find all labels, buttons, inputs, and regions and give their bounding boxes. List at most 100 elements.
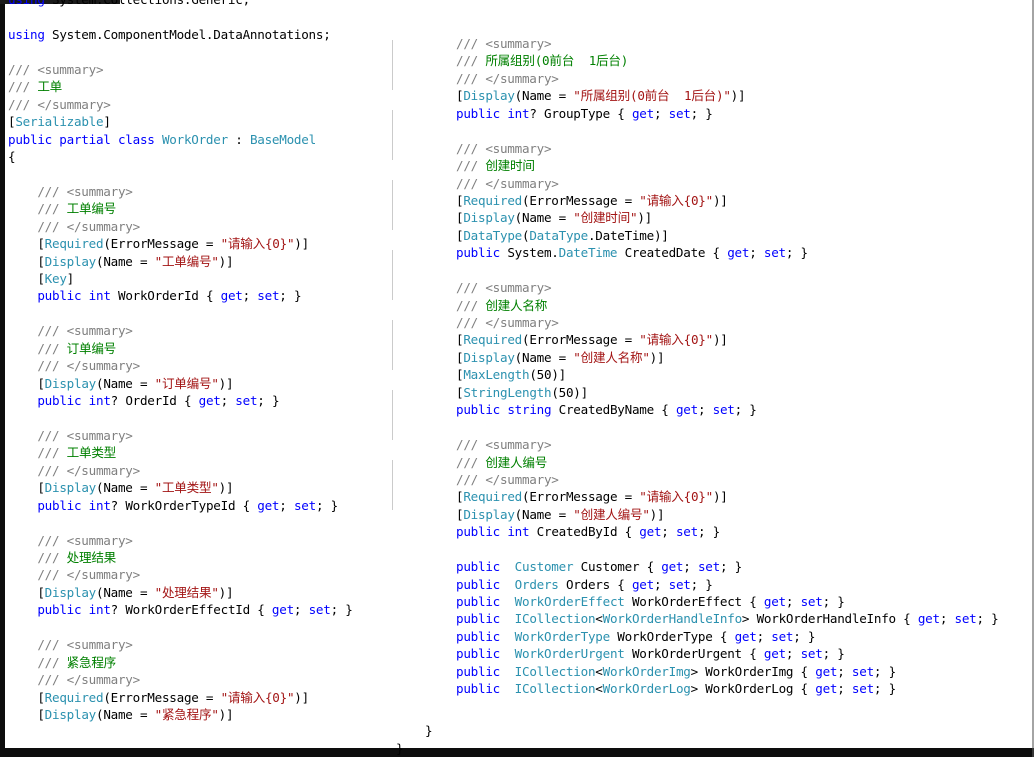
code-token: int (88, 602, 111, 618)
code-line: public System.DateTime CreatedDate { get… (456, 244, 1034, 261)
code-token: set (293, 497, 316, 513)
code-token: (Name = (95, 480, 155, 496)
code-token: )] (649, 349, 665, 365)
code-token: 创建人编号 (485, 454, 548, 470)
code-token: ? GroupType { (529, 105, 632, 121)
code-token: get (198, 393, 221, 409)
code-token: ; (220, 393, 236, 409)
code-token: [ (37, 689, 45, 705)
code-token: [ (37, 584, 45, 600)
code-token: get (815, 681, 838, 697)
code-token: Display (44, 706, 97, 722)
code-token: "请输入{0}" (220, 236, 295, 252)
code-token: CreatedByName { (551, 402, 676, 418)
code-line: public int? WorkOrderEffectId { get; set… (8, 601, 448, 618)
code-token: /// </summary> (37, 672, 140, 688)
code-token: (Name = (514, 349, 574, 365)
code-token: "所属组别(0前台 1后台)" (573, 88, 731, 104)
code-token: public (456, 245, 500, 261)
code-token: set (954, 611, 977, 627)
code-line: /// </summary> (8, 462, 448, 479)
code-token: : (227, 131, 250, 147)
code-token: public (456, 402, 500, 418)
code-token: get (734, 628, 757, 644)
code-line: public partial class WorkOrder : BaseMod… (8, 131, 448, 148)
code-token: (ErrorMessage = (103, 236, 221, 252)
code-line: public WorkOrderUrgent WorkOrderUrgent {… (456, 645, 1034, 662)
code-line: public ICollection<WorkOrderHandleInfo> … (456, 610, 1034, 627)
code-line: public int? GroupType { get; set; } (456, 105, 1034, 122)
code-token: "订单编号" (154, 375, 219, 391)
code-token: get (815, 663, 838, 679)
code-token: ICollection (514, 611, 596, 627)
code-token: .DateTime)] (587, 227, 669, 243)
code-token: Display (463, 88, 515, 104)
code-line: [Required(ErrorMessage = "请输入{0}")] (456, 488, 1034, 505)
code-token: WorkOrderEffect { (624, 594, 764, 609)
code-line: public Orders Orders { get; set; } (456, 576, 1034, 593)
code-token: set (771, 628, 794, 644)
code-line: /// <summary> (456, 35, 1034, 52)
code-token: ; } (690, 105, 713, 121)
code-token: < (595, 663, 603, 679)
code-token: "工单编号" (154, 253, 219, 269)
code-token: public (456, 105, 500, 121)
code-token: public (456, 663, 500, 679)
code-token: Display (463, 210, 515, 226)
code-token: ; (242, 288, 258, 304)
code-line: /// <summary> (456, 140, 1034, 157)
code-token: ] (103, 114, 111, 130)
code-token: Orders { (558, 576, 632, 592)
code-token: set (851, 681, 874, 697)
code-token: )] (294, 689, 309, 705)
code-token: ; } (873, 663, 896, 679)
code-token: DateTime (558, 245, 618, 261)
code-token: /// </summary> (37, 218, 140, 234)
code-token: 创建时间 (485, 158, 535, 174)
code-token: Key (44, 271, 67, 286)
code-token: WorkOrderLog (602, 681, 691, 697)
code-token: /// (37, 445, 67, 461)
code-token: int (507, 524, 530, 540)
code-line: [MaxLength(50)] (456, 366, 1034, 383)
code-token: set (697, 559, 720, 575)
code-token: (50)] (551, 384, 588, 400)
code-token: WorkOrderUrgent (514, 646, 625, 662)
code-token: System. (499, 245, 559, 261)
code-line: /// </summary> (456, 314, 1034, 331)
code-token: get (631, 105, 654, 121)
code-token: /// <summary> (456, 36, 552, 51)
code-token: get (271, 602, 294, 618)
code-token: )] (730, 88, 746, 104)
code-line: [Display(Name = "工单编号")] (8, 253, 448, 270)
code-line: /// <summary> (8, 636, 448, 653)
code-token: (50)] (529, 367, 566, 383)
code-line: /// 紧急程序 (8, 654, 448, 671)
code-token: { (8, 148, 16, 164)
code-token: ; (939, 611, 955, 627)
code-token: /// </summary> (456, 471, 559, 487)
code-token: 工单 (37, 79, 63, 95)
code-token: 创建人名称 (485, 297, 548, 313)
code-line: [Display(Name = "创建人名称")] (456, 349, 1034, 366)
code-token: WorkOrderUrgent { (624, 646, 764, 662)
code-line: [Display(Name = "所属组别(0前台 1后台)")] (456, 87, 1034, 104)
code-token: ; } (734, 402, 757, 418)
code-token: ; (683, 559, 698, 575)
code-token: /// (8, 79, 38, 95)
code-token: set (668, 576, 691, 592)
code-token: ; } (976, 611, 999, 627)
code-line: /// 处理结果 (8, 549, 448, 566)
code-token: "创建人编号" (573, 506, 650, 522)
code-token: [ (37, 236, 45, 252)
code-token: /// (37, 654, 67, 670)
code-token: ? WorkOrderTypeId { (110, 497, 258, 513)
code-token: public (456, 576, 500, 592)
